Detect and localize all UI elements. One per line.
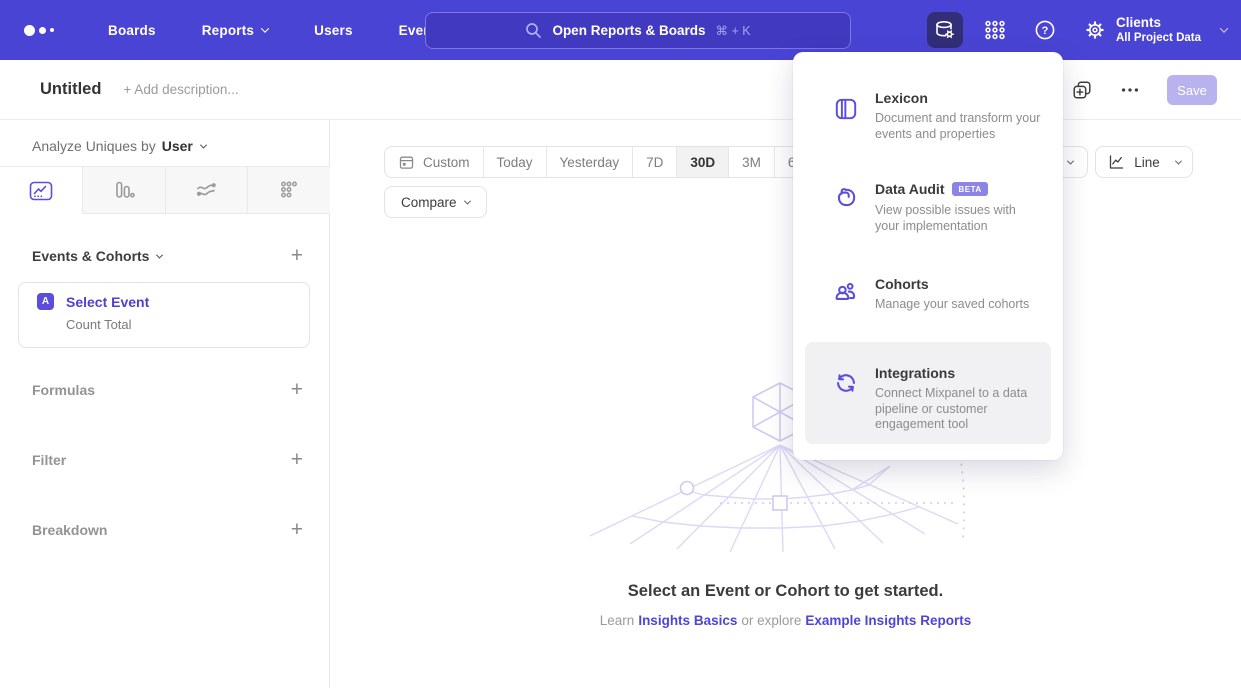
date-range-today[interactable]: Today <box>483 147 546 177</box>
date-range-7d[interactable]: 7D <box>632 147 676 177</box>
add-event-button[interactable]: + <box>291 246 303 266</box>
chevron-down-icon <box>261 24 269 32</box>
filter-header: Filter <box>32 452 66 468</box>
chart-type-tabs <box>0 166 330 214</box>
duplicate-report-button[interactable] <box>1071 79 1093 101</box>
insights-basics-link[interactable]: Insights Basics <box>638 613 737 628</box>
empty-state-subtitle: LearnInsights Basics or explore Example In… <box>330 613 1241 628</box>
search-shortcut: ⌘ + K <box>715 23 750 38</box>
integrations-sync-icon <box>833 370 859 396</box>
example-insights-reports-link[interactable]: Example Insights Reports <box>805 613 971 628</box>
learn-prefix: Learn <box>600 613 635 628</box>
event-letter-badge: A <box>37 293 54 310</box>
help-button[interactable]: ? <box>1027 12 1063 48</box>
formulas-header: Formulas <box>32 382 95 398</box>
count-total-dropdown[interactable]: Count Total <box>66 317 291 332</box>
help-icon: ? <box>1033 18 1057 42</box>
date-range-3m[interactable]: 3M <box>728 147 774 177</box>
logo-dot <box>24 25 35 36</box>
calendar-icon <box>398 154 415 171</box>
query-builder-sidebar: Analyze Uniques by User <box>0 120 330 688</box>
logo-dot <box>39 27 46 34</box>
tab-stacked-chart[interactable] <box>165 167 248 214</box>
data-management-button[interactable] <box>927 12 963 48</box>
svg-text:?: ? <box>1042 25 1049 37</box>
chevron-down-icon <box>463 197 470 204</box>
select-event-label[interactable]: Select Event <box>66 294 149 310</box>
mixpanel-insights-page: Boards Reports Users Events Open Reports… <box>0 0 1241 688</box>
chevron-down-icon <box>200 141 207 148</box>
global-search-input[interactable]: Open Reports & Boards ⌘ + K <box>425 12 851 49</box>
duplicate-plus-icon <box>1071 79 1093 101</box>
breakdown-header: Breakdown <box>32 522 107 538</box>
lexicon-book-icon <box>833 96 859 122</box>
chart-area: Custom Today Yesterday 7D 30D 3M 6M Comp… <box>330 120 1241 688</box>
date-range-yesterday[interactable]: Yesterday <box>546 147 633 177</box>
cohorts-people-icon <box>833 279 859 305</box>
add-formula-button[interactable]: + <box>291 380 303 400</box>
events-cohorts-header[interactable]: Events & Cohorts <box>32 248 162 264</box>
chevron-down-icon <box>1220 24 1228 32</box>
chevron-down-icon <box>1175 157 1182 164</box>
logo-dot <box>50 28 54 32</box>
tab-metrics-chart[interactable] <box>247 167 330 214</box>
project-switcher[interactable]: Clients All Project Data <box>1116 0 1227 60</box>
data-management-dropdown-panel: Lexicon Document and transform your even… <box>793 52 1063 460</box>
compare-dropdown[interactable]: Compare <box>384 186 487 218</box>
more-dots-icon <box>1119 79 1141 101</box>
tab-line-chart[interactable] <box>0 167 82 214</box>
project-name: Clients <box>1116 14 1201 31</box>
add-description-field[interactable]: + Add description... <box>123 82 238 97</box>
date-range-custom[interactable]: Custom <box>385 147 483 177</box>
line-chart-icon <box>1107 153 1126 171</box>
settings-button[interactable] <box>1077 12 1113 48</box>
chart-type-dropdown[interactable]: Line <box>1095 146 1193 178</box>
save-button[interactable]: Save <box>1167 75 1217 105</box>
search-placeholder: Open Reports & Boards <box>552 23 705 38</box>
add-breakdown-button[interactable]: + <box>291 520 303 540</box>
stacked-chart-icon <box>194 178 218 202</box>
select-event-card[interactable]: A Select Event Count Total <box>18 282 310 348</box>
settings-gear-icon <box>1083 18 1107 42</box>
line-chart-icon <box>28 179 54 203</box>
more-options-button[interactable] <box>1119 79 1141 101</box>
nav-item-reports[interactable]: Reports <box>202 23 268 38</box>
project-scope: All Project Data <box>1116 31 1201 46</box>
top-navigation-bar: Boards Reports Users Events Open Reports… <box>0 0 1241 60</box>
metrics-grid-icon <box>277 178 301 202</box>
apps-grid-button[interactable] <box>977 12 1013 48</box>
analyze-label: Analyze Uniques by <box>32 138 156 154</box>
chevron-down-icon <box>1067 157 1074 164</box>
date-range-control: Custom Today Yesterday 7D 30D 3M 6M <box>384 146 821 178</box>
mixpanel-logo[interactable] <box>24 25 72 36</box>
search-icon <box>525 22 542 39</box>
analyze-by-dropdown[interactable]: User <box>162 138 206 154</box>
empty-state-title: Select an Event or Cohort to get started… <box>330 582 1241 601</box>
add-filter-button[interactable]: + <box>291 450 303 470</box>
beta-badge: BETA <box>952 182 987 196</box>
date-range-30d-selected[interactable]: 30D <box>676 147 728 177</box>
database-gear-icon <box>933 18 957 42</box>
chevron-down-icon <box>156 251 163 258</box>
apps-grid-icon <box>983 18 1007 42</box>
nav-item-boards[interactable]: Boards <box>108 23 156 38</box>
tab-bar-chart[interactable] <box>82 167 165 214</box>
report-title[interactable]: Untitled <box>40 80 101 99</box>
bar-chart-icon <box>112 178 136 202</box>
data-audit-icon <box>833 185 859 211</box>
nav-item-users[interactable]: Users <box>314 23 353 38</box>
or-explore-text: or explore <box>741 613 801 628</box>
